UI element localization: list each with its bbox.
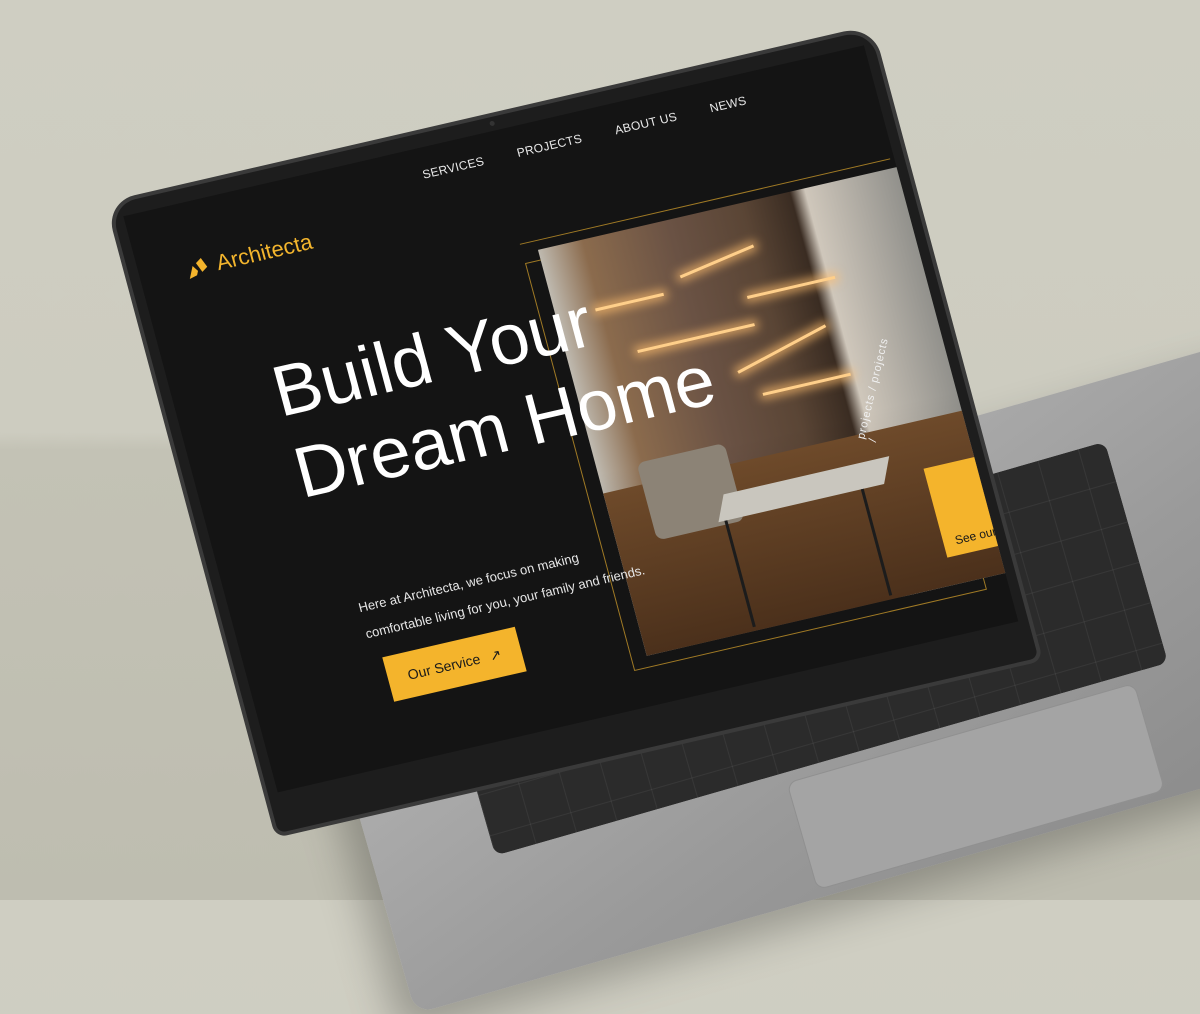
logo-mark-icon (189, 257, 208, 279)
brand-name: Architecta (213, 228, 316, 276)
nav-item-projects[interactable]: PROJECTS (515, 131, 583, 159)
website-screen: Architecta SERVICES PROJECTS ABOUT US NE… (123, 45, 1019, 793)
nav-item-about-us[interactable]: ABOUT US (613, 109, 679, 137)
our-service-label: Our Service (405, 650, 482, 683)
nav-item-news[interactable]: NEWS (708, 93, 748, 115)
webcam-icon (489, 120, 496, 127)
arrow-up-right-icon: ↗ (487, 645, 504, 664)
brand-logo[interactable]: Architecta (182, 229, 315, 283)
main-nav: SERVICES PROJECTS ABOUT US NEWS (421, 93, 748, 181)
nav-item-services[interactable]: SERVICES (421, 154, 486, 182)
